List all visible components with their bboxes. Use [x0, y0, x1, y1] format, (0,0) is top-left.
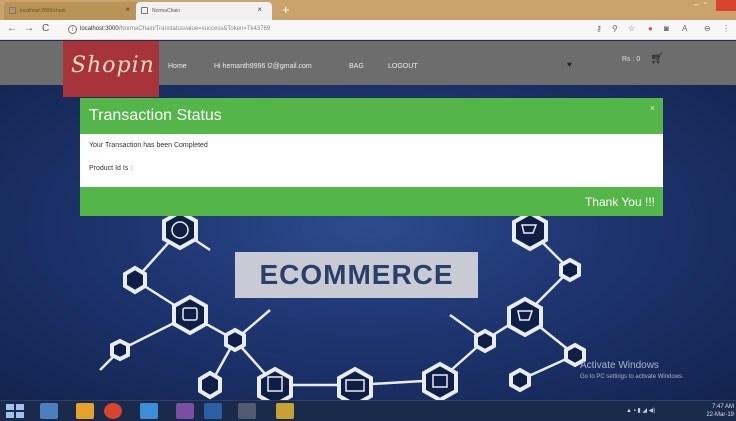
zoom-icon[interactable]: ⚲: [612, 24, 618, 33]
forward-arrow-icon[interactable]: →: [24, 23, 34, 34]
site-logo[interactable]: Shopin: [63, 41, 159, 97]
file-explorer-icon[interactable]: [40, 403, 58, 419]
url-host: localhost:3000: [80, 26, 119, 32]
clock-date: 22-Mar-19: [706, 412, 734, 418]
close-icon[interactable]: ×: [125, 5, 130, 14]
browser-tab-strip: localhost:3000/chain × NormaChain × + – …: [0, 0, 736, 20]
modal-body: Your Transaction has been Completed Prod…: [80, 134, 663, 187]
clock[interactable]: 7:47 AM 22-Mar-19: [700, 403, 734, 419]
url-field[interactable]: localhost:3000/NormaChain/Transtatusvalu…: [80, 26, 270, 32]
app-icon[interactable]: [238, 403, 256, 419]
maximize-button[interactable]: ▫: [704, 0, 706, 7]
menu-icon[interactable]: ⋮: [722, 24, 730, 33]
cart-total: Rs : 0: [622, 56, 641, 63]
modal-header: Transaction Status ×: [80, 98, 663, 134]
word-icon[interactable]: [204, 403, 222, 419]
chrome-icon[interactable]: [104, 403, 122, 419]
transaction-status-modal: Transaction Status × Your Transaction ha…: [80, 98, 663, 216]
app-icon[interactable]: [76, 403, 94, 419]
browser-tab-normachain[interactable]: NormaChain ×: [136, 2, 272, 20]
folder-icon[interactable]: [276, 403, 294, 419]
info-icon[interactable]: i: [68, 25, 77, 34]
new-tab-button[interactable]: +: [282, 2, 290, 17]
address-bar: ← → C i localhost:3000/NormaChain/Transt…: [0, 20, 736, 40]
page-icon: [141, 7, 148, 14]
window-controls: – ▫: [690, 0, 736, 12]
extension-icon[interactable]: A: [682, 24, 687, 33]
close-icon[interactable]: ×: [650, 103, 655, 113]
nav-user-greeting[interactable]: Hi hemanth9996 l2@gmail.com: [214, 63, 312, 70]
extension-icon[interactable]: ●: [648, 24, 653, 33]
nav-logout-link[interactable]: LOGOUT: [388, 63, 418, 70]
close-icon[interactable]: ×: [257, 5, 262, 14]
app-icon[interactable]: [140, 403, 158, 419]
star-icon[interactable]: ☆: [628, 24, 635, 33]
minimize-button[interactable]: –: [694, 0, 698, 9]
back-arrow-icon[interactable]: ←: [7, 23, 17, 34]
activate-windows-watermark: Activate Windows Go to PC settings to ac…: [580, 360, 684, 380]
window-close-button[interactable]: [716, 0, 736, 11]
modal-footer: Thank You !!!: [80, 187, 663, 216]
watermark-title: Activate Windows: [580, 360, 659, 371]
nav-home-link[interactable]: Home: [168, 63, 187, 70]
windows-taskbar: ▲ ▪ ▮ ◢ ◀) 7:47 AM 22-Mar-19: [0, 400, 736, 421]
paint-icon[interactable]: [176, 403, 194, 419]
tab-title: localhost:3000/chain: [20, 8, 66, 14]
heart-icon[interactable]: ♥: [567, 60, 572, 69]
reload-icon[interactable]: C: [42, 23, 49, 34]
thank-you-text: Thank You !!!: [584, 195, 655, 209]
tab-title: NormaChain: [152, 8, 181, 14]
extension-icon[interactable]: ◙: [664, 24, 669, 33]
browser-tab-localhost[interactable]: localhost:3000/chain ×: [4, 2, 140, 20]
ecommerce-banner: ECOMMERCE: [235, 252, 478, 298]
url-path: /NormaChain/Transtatusvalue=success&Toke…: [118, 26, 271, 32]
transaction-message: Your Transaction has been Completed: [89, 142, 208, 149]
key-icon[interactable]: ⚷: [596, 24, 602, 33]
logo-text: Shopin: [71, 53, 155, 78]
watermark-subtitle: Go to PC settings to activate Windows.: [580, 374, 684, 380]
windows-start-icon[interactable]: [6, 404, 26, 418]
nav-bag-link[interactable]: BAG: [349, 63, 364, 70]
clock-time: 7:47 AM: [711, 404, 734, 410]
cart-icon[interactable]: 🛒︎: [650, 52, 664, 65]
page-icon: [9, 7, 16, 14]
modal-title: Transaction Status: [89, 107, 222, 124]
account-icon[interactable]: ⊖: [704, 24, 711, 33]
banner-text: ECOMMERCE: [259, 259, 454, 290]
product-id-label: Product Id Is :: [89, 165, 133, 172]
tray-icons[interactable]: ▲ ▪ ▮ ◢ ◀): [626, 407, 655, 414]
